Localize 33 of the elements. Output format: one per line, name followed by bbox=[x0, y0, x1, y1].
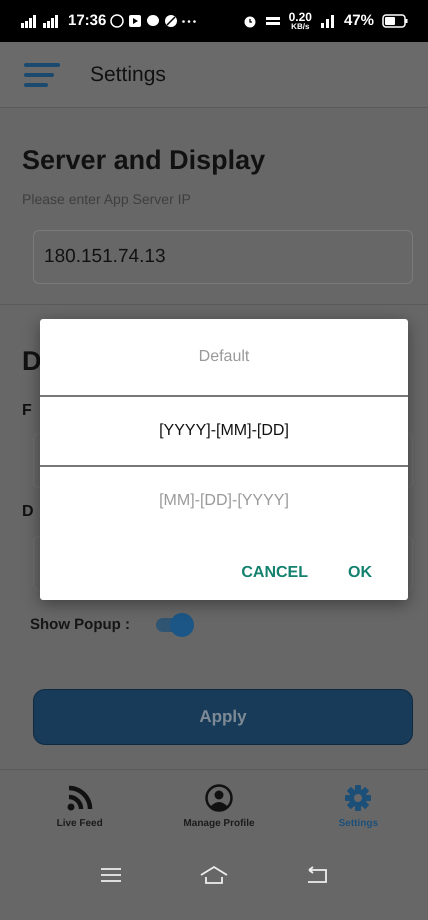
signal-icon bbox=[20, 14, 38, 28]
alarm-icon bbox=[242, 14, 257, 28]
play-icon bbox=[128, 14, 142, 28]
dialog-button[interactable]: CANCEL bbox=[229, 555, 320, 591]
back-icon[interactable] bbox=[306, 866, 328, 884]
nav-tab[interactable]: Live Feed bbox=[10, 784, 150, 855]
field-label: D bbox=[22, 502, 34, 522]
rss-icon bbox=[66, 784, 94, 812]
network-speed: 0.20 bbox=[288, 11, 312, 23]
page-title: Settings bbox=[90, 62, 166, 88]
signal-icon bbox=[42, 14, 60, 28]
signal-icon bbox=[320, 14, 336, 28]
dialog-button[interactable]: OK bbox=[336, 555, 384, 591]
battery-icon bbox=[382, 14, 408, 28]
menu-icon[interactable] bbox=[100, 867, 122, 883]
ip-input-field[interactable]: 180.151.74.13 bbox=[33, 230, 413, 284]
home-icon[interactable] bbox=[199, 865, 229, 885]
gear-icon bbox=[344, 784, 372, 812]
picker-option[interactable]: Default bbox=[40, 319, 408, 395]
picker-option[interactable]: [MM]-[DD]-[YYYY] bbox=[40, 467, 408, 535]
battery-percent: 47% bbox=[344, 10, 374, 31]
profile-icon bbox=[204, 784, 233, 812]
toggle-switch[interactable] bbox=[154, 613, 194, 637]
apply-button[interactable]: Apply bbox=[33, 689, 413, 745]
section-heading: Server and Display bbox=[22, 144, 266, 177]
field-label: F bbox=[22, 401, 32, 421]
section-heading: D bbox=[22, 344, 42, 378]
picker-option[interactable]: [YYYY]-[MM]-[DD] bbox=[40, 397, 408, 465]
more-icon bbox=[182, 20, 196, 22]
nav-tab[interactable]: Manage Profile bbox=[149, 784, 289, 855]
speed-unit: KB/s bbox=[291, 23, 310, 31]
clock-time: 17:36 bbox=[68, 10, 106, 31]
toggle-label: Show Popup : bbox=[30, 614, 130, 635]
